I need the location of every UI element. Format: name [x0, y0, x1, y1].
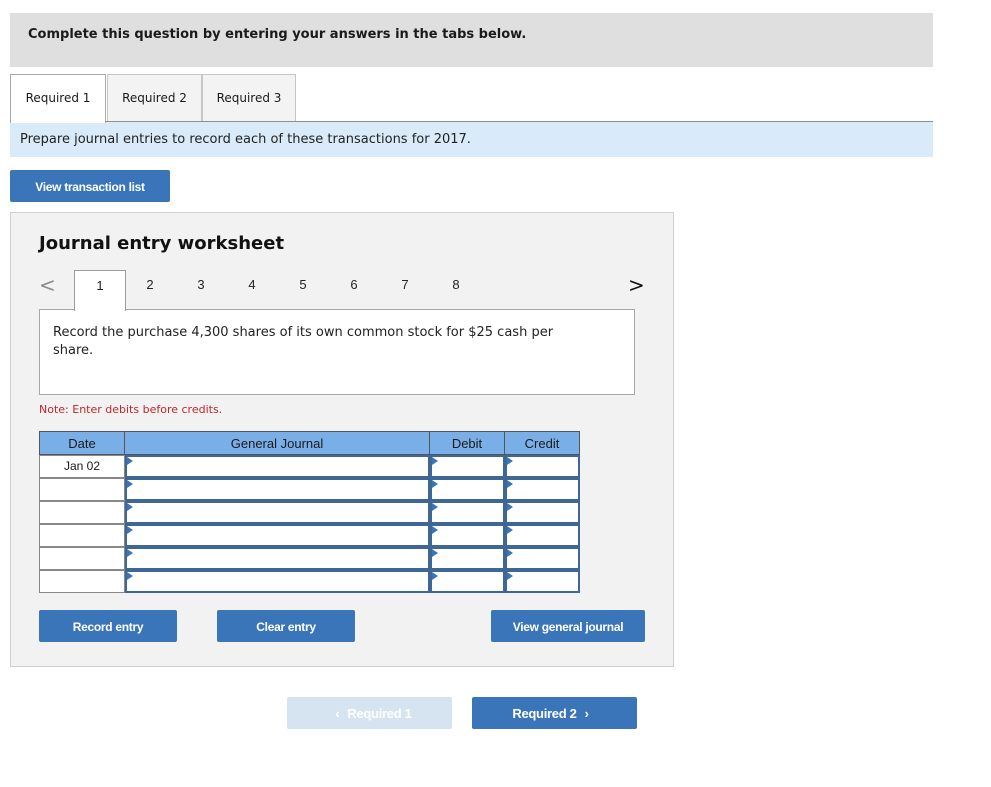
date-cell: [39, 547, 125, 570]
account-input[interactable]: [125, 501, 430, 524]
prev-required-label: Required 1: [347, 706, 412, 721]
date-cell: Jan 02: [39, 455, 125, 478]
debit-input[interactable]: [430, 478, 505, 501]
pager-prev-icon[interactable]: <: [39, 273, 56, 297]
debit-credit-note: Note: Enter debits before credits.: [39, 403, 223, 416]
worksheet-title: Journal entry worksheet: [39, 233, 285, 254]
journal-entry-worksheet: Journal entry worksheet < 1 2 3 4 5 6 7 …: [10, 212, 674, 667]
debit-input[interactable]: [430, 547, 505, 570]
page-tab-2[interactable]: 2: [125, 270, 175, 310]
tab-required-3[interactable]: Required 3: [202, 74, 296, 122]
prompt-text: Prepare journal entries to record each o…: [20, 132, 471, 147]
credit-input[interactable]: [505, 478, 580, 501]
next-required-button[interactable]: Required 2 ›: [472, 697, 637, 729]
credit-input[interactable]: [505, 524, 580, 547]
page-tab-8[interactable]: 8: [431, 270, 481, 310]
transaction-description: Record the purchase 4,300 shares of its …: [39, 309, 635, 395]
chevron-left-icon: ‹: [335, 706, 340, 721]
prev-required-button: ‹ Required 1: [287, 697, 452, 729]
page-tab-7[interactable]: 7: [380, 270, 430, 310]
chevron-right-icon: ›: [584, 706, 589, 721]
date-cell: [39, 478, 125, 501]
credit-input[interactable]: [505, 455, 580, 478]
page-tab-6[interactable]: 6: [329, 270, 379, 310]
debit-input[interactable]: [430, 570, 505, 593]
record-entry-button[interactable]: Record entry: [39, 610, 177, 642]
view-general-journal-button[interactable]: View general journal: [491, 610, 645, 642]
date-cell: [39, 570, 125, 593]
tab-required-1[interactable]: Required 1: [10, 74, 106, 123]
account-input[interactable]: [125, 455, 430, 478]
date-cell: [39, 524, 125, 547]
credit-input[interactable]: [505, 570, 580, 593]
credit-input[interactable]: [505, 501, 580, 524]
pager-next-icon[interactable]: >: [628, 273, 645, 297]
prompt-banner: Prepare journal entries to record each o…: [10, 122, 933, 157]
debit-input[interactable]: [430, 524, 505, 547]
instruction-banner: Complete this question by entering your …: [10, 13, 933, 67]
account-input[interactable]: [125, 547, 430, 570]
tab-required-2[interactable]: Required 2: [107, 74, 202, 122]
account-input[interactable]: [125, 524, 430, 547]
header-credit: Credit: [504, 431, 580, 455]
page-tab-1[interactable]: 1: [74, 270, 126, 311]
account-input[interactable]: [125, 570, 430, 593]
header-debit: Debit: [429, 431, 505, 455]
date-cell: [39, 501, 125, 524]
page-tab-4[interactable]: 4: [227, 270, 277, 310]
transaction-text: Record the purchase 4,300 shares of its …: [53, 325, 554, 358]
next-required-label: Required 2: [512, 706, 577, 721]
account-input[interactable]: [125, 478, 430, 501]
header-general-journal: General Journal: [124, 431, 430, 455]
instruction-text: Complete this question by entering your …: [28, 27, 527, 42]
header-date: Date: [39, 431, 125, 455]
view-transaction-list-button[interactable]: View transaction list: [10, 170, 170, 202]
debit-input[interactable]: [430, 455, 505, 478]
debit-input[interactable]: [430, 501, 505, 524]
credit-input[interactable]: [505, 547, 580, 570]
page-tab-5[interactable]: 5: [278, 270, 328, 310]
clear-entry-button[interactable]: Clear entry: [217, 610, 355, 642]
page-tab-3[interactable]: 3: [176, 270, 226, 310]
